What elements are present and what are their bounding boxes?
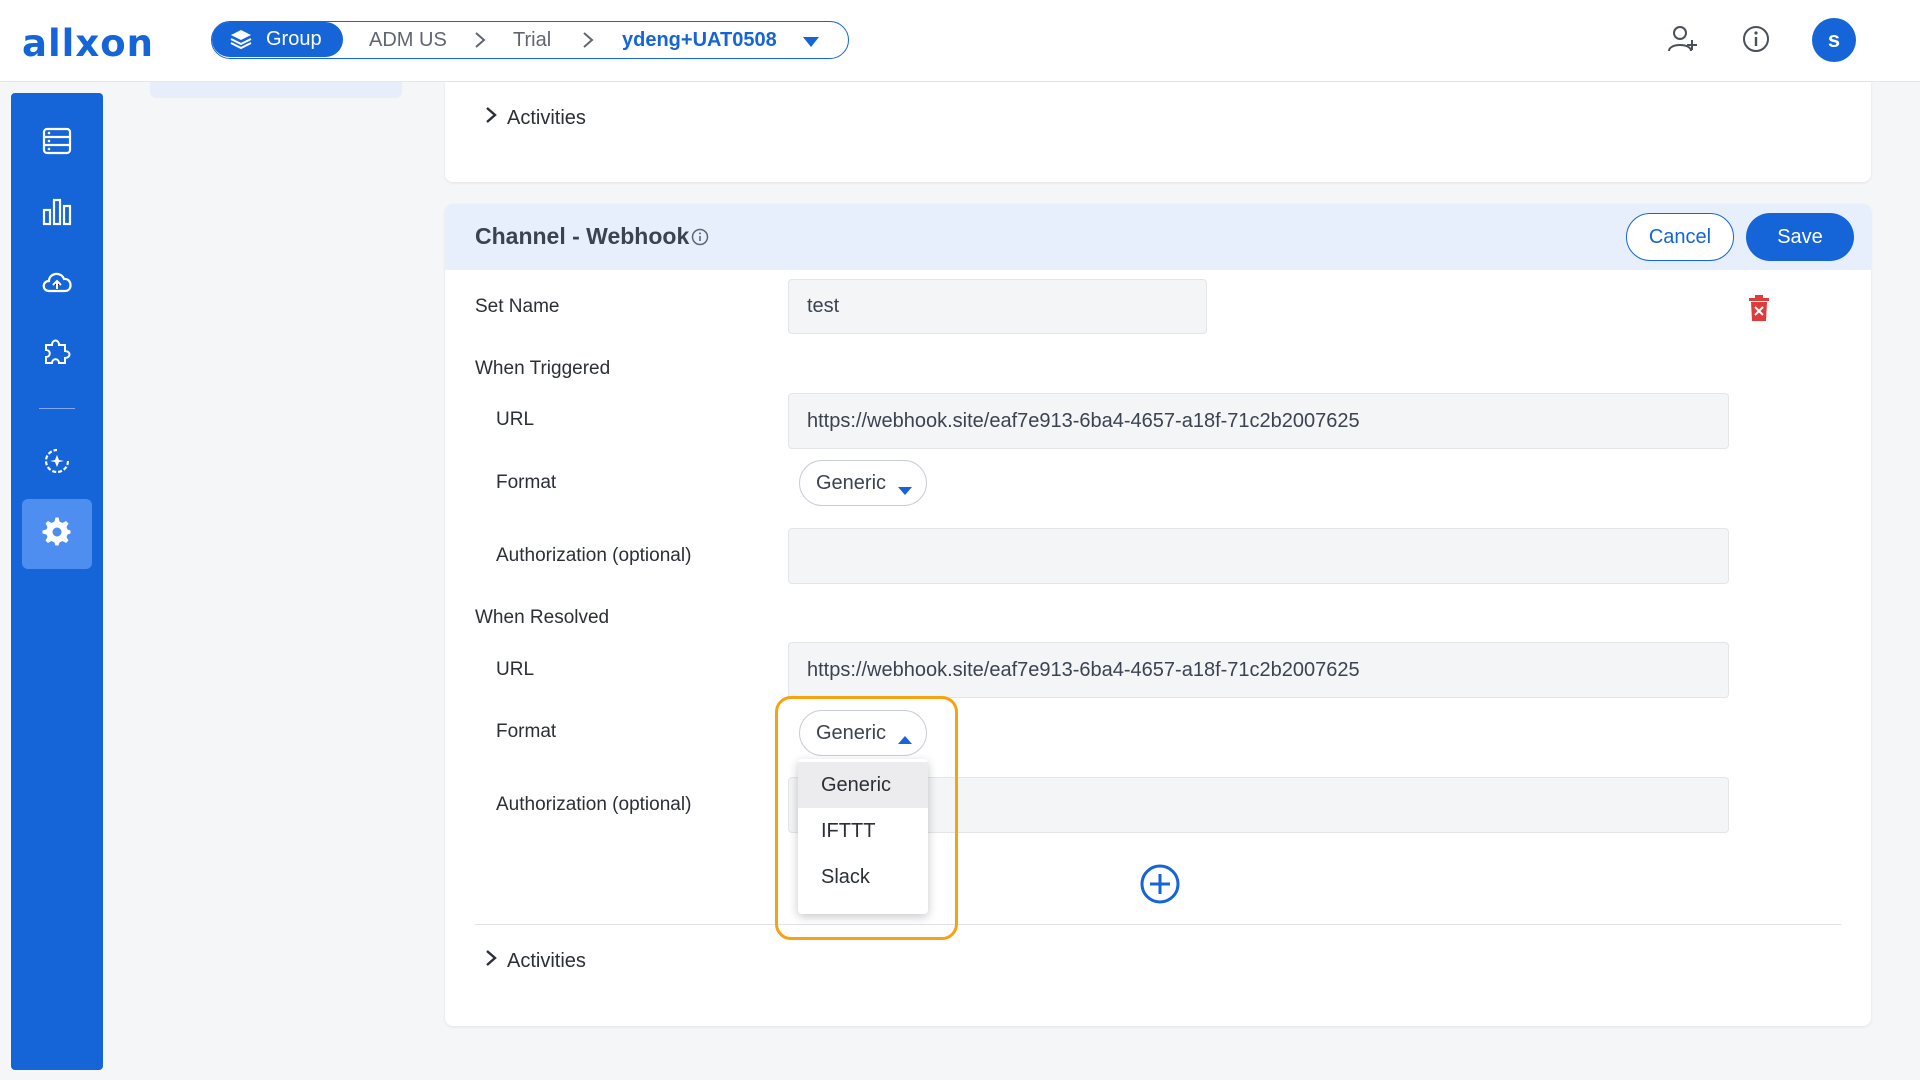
refresh-badge-icon: [42, 446, 72, 481]
allxon-logo[interactable]: allxon: [22, 22, 154, 65]
breadcrumb-group-label: Group: [266, 28, 322, 50]
section-divider: [475, 924, 1841, 925]
activities-label: Activities: [507, 106, 586, 129]
cancel-button[interactable]: Cancel: [1626, 213, 1734, 261]
card-title: Channel - Webhook: [475, 223, 690, 249]
add-circle-icon[interactable]: [1140, 864, 1180, 909]
puzzle-icon: [42, 336, 72, 371]
trash-icon[interactable]: [1747, 294, 1771, 327]
channel-webhook-card: Channel - Webhook Cancel Save Set Name t…: [445, 204, 1871, 1026]
sidebar-item-ota[interactable]: [22, 428, 92, 498]
resolved-auth-label: Authorization (optional): [496, 794, 692, 815]
triggered-auth-label: Authorization (optional): [496, 545, 692, 566]
format-option-slack[interactable]: Slack: [798, 854, 928, 900]
triggered-format-value: Generic: [816, 471, 887, 494]
sidebar: [11, 93, 103, 1070]
chevron-right-icon: [485, 949, 497, 973]
triggered-url-input[interactable]: https://webhook.site/eaf7e913-6ba4-4657-…: [788, 393, 1729, 449]
sidebar-item-dashboard[interactable]: [22, 178, 92, 248]
chevron-right-icon: [485, 106, 497, 130]
cloud-sync-icon: [40, 267, 74, 300]
left-panel: [150, 82, 402, 98]
add-user-icon[interactable]: [1668, 24, 1698, 59]
chevron-right-icon: [582, 31, 594, 54]
sidebar-item-plugins[interactable]: [22, 318, 92, 388]
breadcrumb-group-button[interactable]: Group: [212, 22, 343, 57]
triggered-format-select[interactable]: Generic: [799, 460, 927, 506]
caret-down-icon[interactable]: [802, 35, 820, 53]
top-bar: allxon Group ADM US Trial ydeng+UAT0508 …: [0, 0, 1920, 82]
sidebar-item-cloud[interactable]: [22, 248, 92, 318]
when-triggered-heading: When Triggered: [475, 358, 611, 379]
resolved-url-input[interactable]: https://webhook.site/eaf7e913-6ba4-4657-…: [788, 642, 1729, 698]
caret-down-icon: [897, 479, 913, 502]
activities-toggle[interactable]: Activities: [485, 949, 586, 973]
breadcrumb-current[interactable]: ydeng+UAT0508: [622, 29, 777, 52]
breadcrumb: Group ADM US Trial ydeng+UAT0508: [211, 21, 849, 59]
sidebar-item-devices[interactable]: [22, 108, 92, 178]
gear-icon: [42, 517, 72, 552]
previous-channel-card: Activities: [445, 82, 1871, 182]
resolved-format-label: Format: [496, 721, 557, 742]
set-name-input[interactable]: test: [788, 279, 1207, 334]
resolved-url-label: URL: [496, 659, 535, 680]
info-icon[interactable]: [691, 228, 709, 251]
server-icon: [42, 127, 72, 160]
bar-chart-icon: [42, 196, 72, 231]
set-name-label: Set Name: [475, 296, 560, 317]
layers-icon: [230, 29, 252, 55]
format-option-ifttt[interactable]: IFTTT: [798, 808, 928, 854]
chevron-right-icon: [474, 31, 486, 54]
triggered-format-label: Format: [496, 472, 557, 493]
format-option-generic[interactable]: Generic: [798, 762, 928, 808]
save-button[interactable]: Save: [1746, 213, 1854, 261]
info-icon[interactable]: [1741, 24, 1771, 59]
sidebar-divider: [39, 408, 75, 409]
breadcrumb-item-trial[interactable]: Trial: [513, 29, 551, 52]
user-avatar[interactable]: s: [1812, 18, 1856, 62]
card-header: Channel - Webhook Cancel Save: [445, 204, 1871, 270]
sidebar-item-settings[interactable]: [22, 499, 92, 569]
breadcrumb-item-org[interactable]: ADM US: [369, 29, 447, 52]
triggered-url-label: URL: [496, 409, 535, 430]
when-resolved-heading: When Resolved: [475, 607, 610, 628]
activities-toggle-top[interactable]: Activities: [485, 106, 586, 130]
format-dropdown-menu: Generic IFTTT Slack: [798, 759, 928, 914]
activities-label: Activities: [507, 949, 586, 972]
triggered-auth-input[interactable]: [788, 528, 1729, 584]
